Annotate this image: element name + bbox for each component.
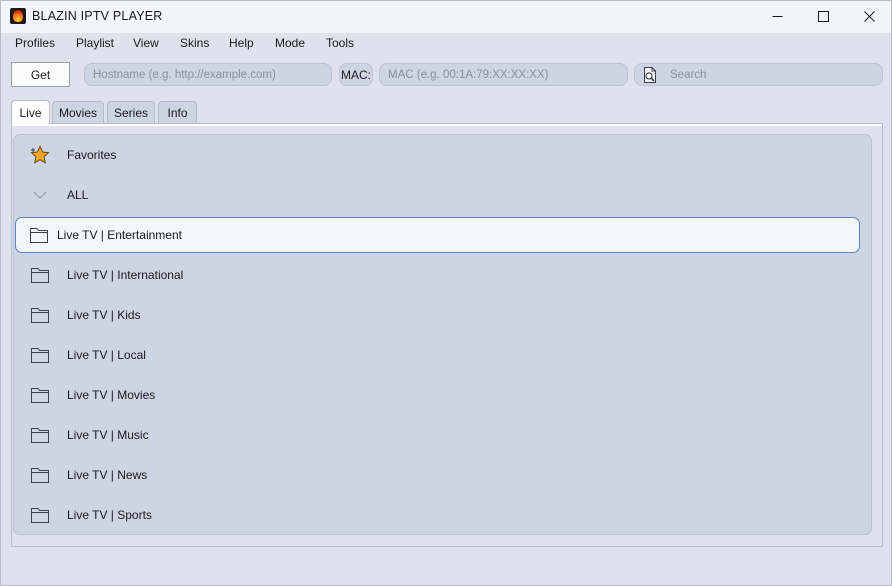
title-bar[interactable]: BLAZIN IPTV PLAYER	[1, 1, 891, 33]
search-input[interactable]	[670, 68, 882, 81]
mac-label: MAC:	[339, 63, 373, 86]
minimize-icon	[772, 16, 782, 17]
star-icon	[30, 145, 50, 164]
category-label: Live TV | News	[67, 468, 148, 482]
mac-input[interactable]	[388, 68, 627, 81]
menu-view[interactable]: View	[133, 36, 159, 50]
category-label: Live TV | International	[67, 268, 184, 282]
toolbar: Get MAC:	[1, 57, 891, 93]
category-list[interactable]: Favorites ALL Live TV | Entertainment Li…	[13, 134, 872, 535]
get-button[interactable]: Get	[11, 62, 70, 87]
all-label: ALL	[67, 188, 89, 202]
hostname-input[interactable]	[93, 68, 331, 81]
tab-series[interactable]: Series	[107, 101, 155, 123]
tab-live[interactable]: Live	[11, 100, 50, 124]
close-icon	[863, 11, 875, 22]
category-label: Live TV | Entertainment	[57, 228, 182, 242]
search-document-icon[interactable]	[641, 66, 659, 84]
menu-playlist[interactable]: Playlist	[76, 36, 114, 50]
category-label: Live TV | Kids	[67, 308, 141, 322]
category-live-tv-kids[interactable]: Live TV | Kids	[16, 297, 860, 333]
folder-icon	[31, 388, 49, 403]
main-window: BLAZIN IPTV PLAYER Profiles Playlist Vie…	[0, 0, 892, 586]
category-all[interactable]: ALL	[16, 177, 860, 213]
window-title: BLAZIN IPTV PLAYER	[32, 9, 163, 23]
category-live-tv-international[interactable]: Live TV | International	[16, 257, 860, 293]
close-button[interactable]	[846, 1, 892, 32]
category-live-tv-sports[interactable]: Live TV | Sports	[16, 497, 860, 533]
menu-profiles[interactable]: Profiles	[15, 36, 55, 50]
category-label: Live TV | Music	[67, 428, 149, 442]
category-live-tv-entertainment[interactable]: Live TV | Entertainment	[15, 217, 860, 253]
maximize-icon	[817, 11, 829, 22]
menu-skins[interactable]: Skins	[180, 36, 209, 50]
hostname-field-wrapper	[84, 63, 332, 86]
category-live-tv-local[interactable]: Live TV | Local	[16, 337, 860, 373]
folder-icon	[30, 228, 48, 243]
chevron-down-icon[interactable]	[30, 185, 50, 205]
category-live-tv-music[interactable]: Live TV | Music	[16, 417, 860, 453]
flame-logo-icon	[10, 8, 26, 24]
folder-icon	[31, 348, 49, 363]
category-label: Live TV | Sports	[67, 508, 152, 522]
category-favorites[interactable]: Favorites	[16, 137, 860, 173]
category-live-tv-news[interactable]: Live TV | News	[16, 457, 860, 493]
tab-info[interactable]: Info	[158, 101, 197, 123]
menu-bar: Profiles Playlist View Skins Help Mode T…	[1, 33, 891, 53]
folder-icon	[31, 508, 49, 523]
favorites-label: Favorites	[67, 148, 117, 162]
minimize-button[interactable]	[754, 1, 800, 32]
menu-mode[interactable]: Mode	[275, 36, 305, 50]
tab-movies[interactable]: Movies	[52, 101, 104, 123]
category-label: Live TV | Local	[67, 348, 146, 362]
maximize-button[interactable]	[800, 1, 846, 32]
menu-help[interactable]: Help	[229, 36, 254, 50]
category-live-tv-movies[interactable]: Live TV | Movies	[16, 377, 860, 413]
folder-icon	[31, 468, 49, 483]
menu-tools[interactable]: Tools	[326, 36, 354, 50]
folder-icon	[31, 268, 49, 283]
mac-field-wrapper	[379, 63, 628, 86]
folder-icon	[31, 308, 49, 323]
category-label: Live TV | Movies	[67, 388, 156, 402]
search-field-wrapper	[634, 63, 883, 86]
folder-icon	[31, 428, 49, 443]
